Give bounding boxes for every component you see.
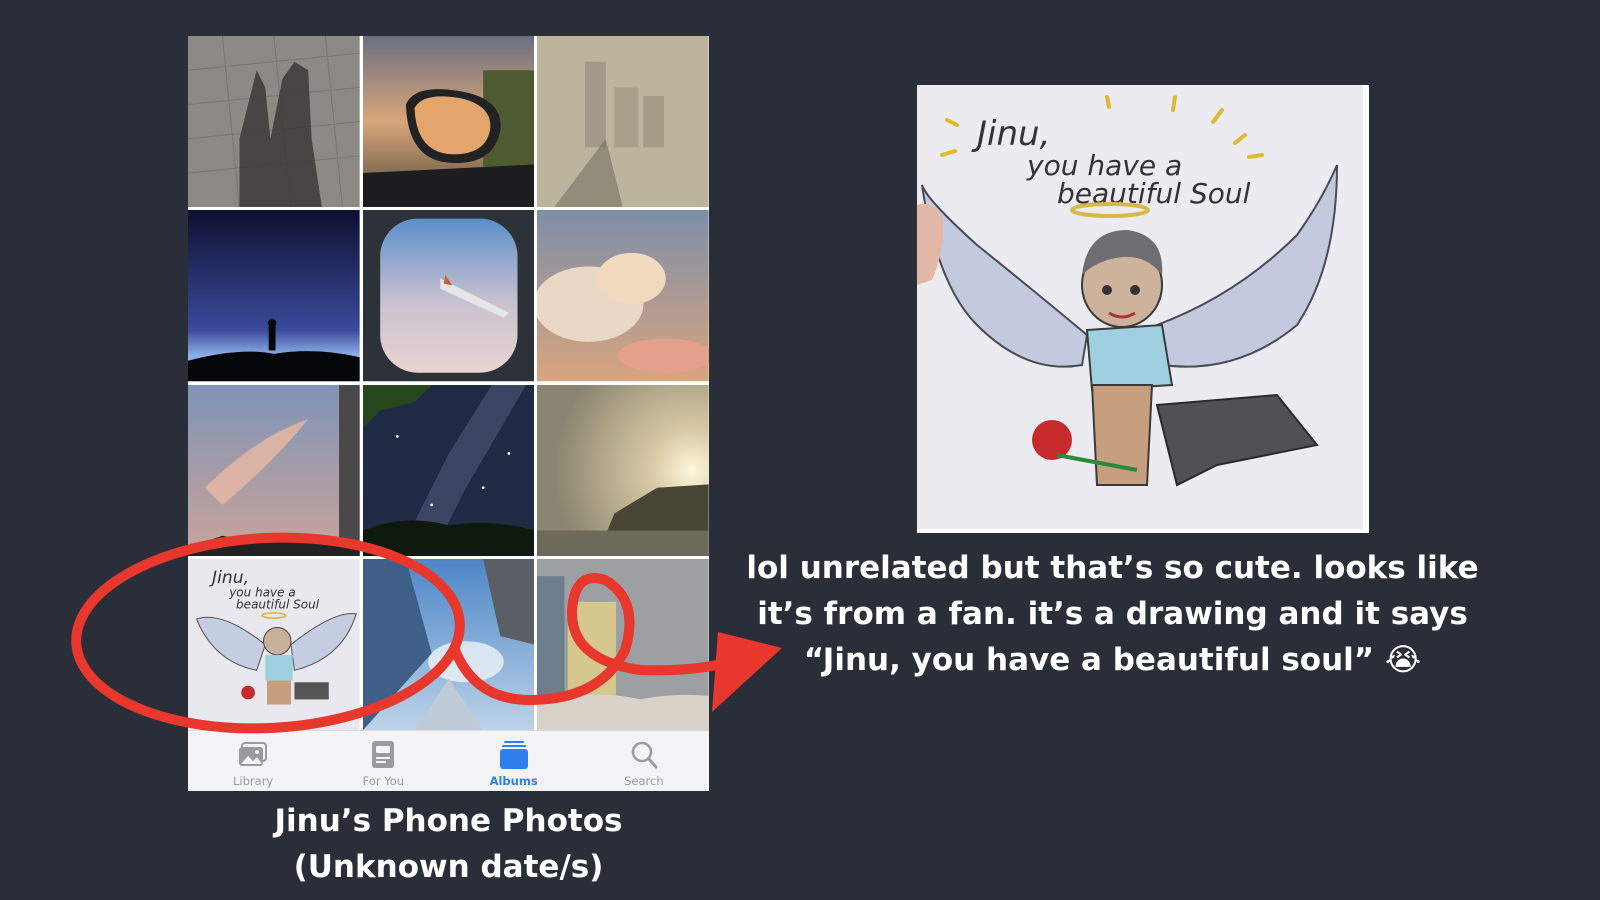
tab-albums[interactable]: Albums [449,731,579,791]
photo-thumb-angel-drawing[interactable]: Jinu, you have a beautiful Soul [188,558,360,730]
tab-label-for-you: For You [362,774,405,788]
photo-thumb-pink-sky[interactable] [188,384,360,556]
mini-drawing-text-3: beautiful Soul [236,597,320,611]
photo-thumb-milky-way[interactable] [362,384,535,556]
photo-thumb-clouds[interactable] [537,210,709,382]
photo-library-icon [239,742,268,766]
tab-library[interactable]: Library [188,731,318,791]
comment-line-2: it’s from a fan. it’s a drawing and it s… [757,596,1468,632]
search-icon [631,741,658,769]
caption-line-1: Jinu’s Phone Photos [274,803,623,839]
enlarged-angel-drawing: Jinu, you have a beautiful Soul [917,85,1369,533]
comment-line-3: “Jinu, you have a beautiful soul” 😭 [803,642,1422,678]
photo-thumb-night-silhouette[interactable] [188,210,360,382]
caption-line-2: (Unknown date/s) [293,849,604,885]
albums-icon [499,741,528,769]
tab-label-library: Library [233,774,274,788]
photos-caption: Jinu’s Phone Photos (Unknown date/s) [188,798,709,890]
tab-label-search: Search [624,774,664,788]
photo-thumb-sunset-coast[interactable] [537,384,709,556]
tab-for-you[interactable]: For You [318,731,448,791]
photo-thumb-glass-shadows[interactable] [537,36,709,208]
photo-thumb-car-mirror[interactable] [362,36,535,208]
photo-thumb-shadows[interactable] [188,36,360,208]
tab-bar: Library For You Albums Search [188,730,709,791]
photo-thumb-bedroom[interactable] [537,558,709,730]
phone-photos-screenshot: Jinu, you have a beautiful Soul Library … [188,36,709,791]
for-you-icon [372,741,395,768]
comment-text: lol unrelated but that’s so cute. looks … [740,545,1485,683]
comment-line-1: lol unrelated but that’s so cute. looks … [746,550,1479,586]
photo-thumb-airplane-window[interactable] [362,210,535,382]
photo-grid: Jinu, you have a beautiful Soul [188,36,709,730]
tab-label-albums: Albums [489,774,538,788]
tab-search[interactable]: Search [579,731,709,791]
photo-thumb-skyscrapers[interactable] [362,558,535,730]
drawing-text-line-1: Jinu, [971,114,1050,154]
